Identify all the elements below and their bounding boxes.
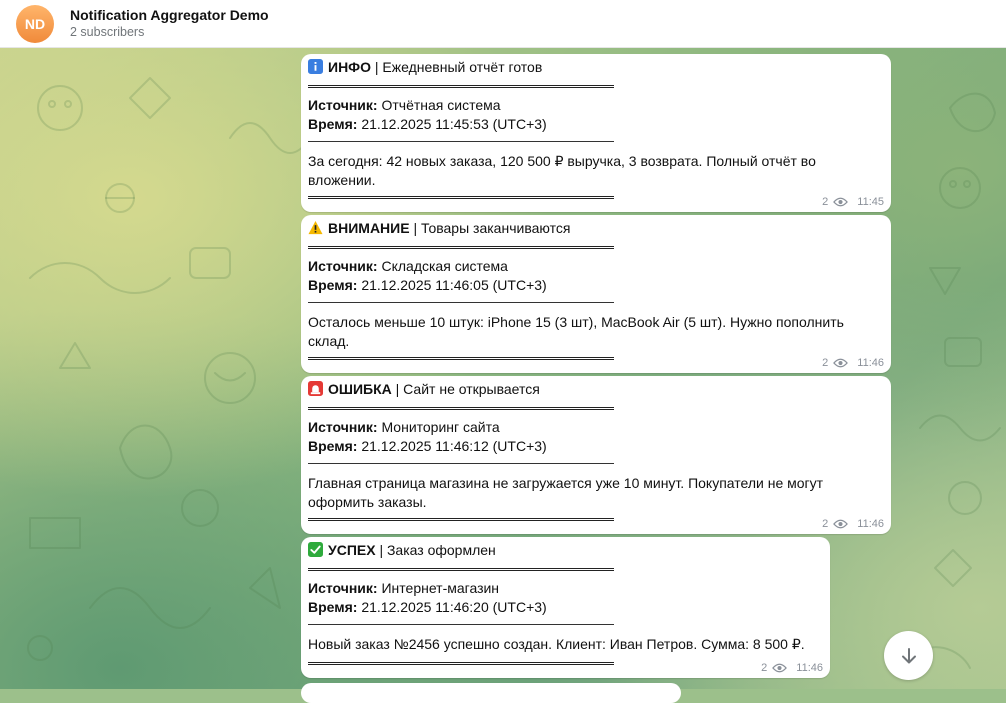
message-meta: 2 11:46 [761, 662, 823, 674]
eye-icon [833, 358, 849, 368]
double-separator [308, 85, 614, 88]
message-type: ОШИБКА [328, 381, 392, 397]
warning-icon [308, 220, 323, 235]
thin-separator [308, 141, 614, 142]
avatar-initials: ND [24, 16, 46, 32]
arrow-down-icon [901, 647, 916, 663]
time-line: Время: 21.12.2025 11:46:05 (UTC+3) [308, 276, 547, 294]
message-body-line: Главная страница магазина не загружается… [308, 475, 824, 491]
time-label: Время: [308, 277, 358, 293]
message-header: УСПЕХ | Заказ оформлен [308, 541, 496, 559]
source-value: Мониторинг сайта [377, 419, 500, 435]
message-time: 11:46 [857, 518, 884, 530]
channel-header[interactable]: ND Notification Aggregator Demo 2 subscr… [0, 0, 1006, 48]
time-value: 21.12.2025 11:45:53 (UTC+3) [357, 116, 547, 132]
time-label: Время: [308, 116, 358, 132]
source-label: Источник: [308, 419, 378, 435]
message-time: 11:46 [857, 357, 884, 369]
time-line: Время: 21.12.2025 11:46:12 (UTC+3) [308, 437, 547, 455]
message-body-line: Новый заказ №2456 успешно создан. Клиент… [308, 636, 805, 652]
view-count: 2 [822, 196, 829, 208]
eye-icon [833, 197, 849, 207]
source-line: Источник: Отчётная система [308, 96, 501, 114]
channel-title[interactable]: Notification Aggregator Demo [70, 7, 269, 23]
siren-icon [308, 381, 323, 396]
message-header: ИНФО | Ежедневный отчёт готов [308, 58, 542, 76]
view-count: 2 [822, 518, 829, 530]
time-label: Время: [308, 438, 358, 454]
message-bubble-info[interactable]: ИНФО | Ежедневный отчёт готов Источник: … [301, 54, 891, 212]
next-message-peek [301, 683, 681, 703]
source-label: Источник: [308, 258, 378, 274]
check-icon [308, 542, 323, 557]
source-label: Источник: [308, 580, 378, 596]
eye-icon [833, 519, 849, 529]
double-separator [308, 196, 614, 199]
info-icon [308, 59, 323, 74]
message-body-line: Осталось меньше 10 штук: iPhone 15 (3 шт… [308, 314, 844, 330]
time-value: 21.12.2025 11:46:05 (UTC+3) [357, 277, 547, 293]
message-bubble-success[interactable]: УСПЕХ | Заказ оформлен Источник: Интерне… [301, 537, 830, 678]
message-headline: | Ежедневный отчёт готов [371, 59, 543, 75]
message-body-line: склад. [308, 333, 350, 349]
message-body-line: За сегодня: 42 новых заказа, 120 500 ₽ в… [308, 153, 816, 169]
thin-separator [308, 302, 614, 303]
source-line: Источник: Интернет-магазин [308, 579, 499, 597]
message-body-line: оформить заказы. [308, 494, 427, 510]
time-label: Время: [308, 599, 358, 615]
time-line: Время: 21.12.2025 11:46:20 (UTC+3) [308, 598, 547, 616]
source-line: Источник: Складская система [308, 257, 508, 275]
scroll-down-button[interactable] [884, 631, 933, 680]
thin-separator [308, 463, 614, 464]
message-type: ИНФО [328, 59, 372, 75]
message-bubble-warning[interactable]: ВНИМАНИЕ | Товары заканчиваются Источник… [301, 215, 891, 373]
message-headline: | Сайт не открывается [391, 381, 540, 397]
source-label: Источник: [308, 97, 378, 113]
channel-avatar[interactable]: ND [16, 5, 54, 43]
message-headline: | Товары заканчиваются [409, 220, 571, 236]
double-separator [308, 246, 614, 249]
message-meta: 2 11:45 [822, 196, 884, 208]
thin-separator [308, 624, 614, 625]
chat-background: ИНФО | Ежедневный отчёт готов Источник: … [0, 48, 1006, 689]
message-header: ВНИМАНИЕ | Товары заканчиваются [308, 219, 570, 237]
message-type: УСПЕХ [328, 542, 376, 558]
message-time: 11:45 [857, 196, 884, 208]
source-value: Интернет-магазин [377, 580, 500, 596]
eye-icon [772, 663, 788, 673]
double-separator [308, 662, 614, 665]
source-value: Складская система [377, 258, 508, 274]
source-line: Источник: Мониторинг сайта [308, 418, 500, 436]
double-separator [308, 357, 614, 360]
message-meta: 2 11:46 [822, 357, 884, 369]
source-value: Отчётная система [377, 97, 501, 113]
message-type: ВНИМАНИЕ [328, 220, 410, 236]
double-separator [308, 568, 614, 571]
time-line: Время: 21.12.2025 11:45:53 (UTC+3) [308, 115, 547, 133]
subscriber-count: 2 subscribers [70, 25, 145, 39]
view-count: 2 [822, 357, 829, 369]
double-separator [308, 407, 614, 410]
double-separator [308, 518, 614, 521]
time-value: 21.12.2025 11:46:12 (UTC+3) [357, 438, 547, 454]
time-value: 21.12.2025 11:46:20 (UTC+3) [357, 599, 547, 615]
message-header: ОШИБКА | Сайт не открывается [308, 380, 540, 398]
message-bubble-error[interactable]: ОШИБКА | Сайт не открывается Источник: М… [301, 376, 891, 534]
message-meta: 2 11:46 [822, 518, 884, 530]
message-body-line: вложении. [308, 172, 376, 188]
message-time: 11:46 [796, 662, 823, 674]
view-count: 2 [761, 662, 768, 674]
message-headline: | Заказ оформлен [375, 542, 496, 558]
